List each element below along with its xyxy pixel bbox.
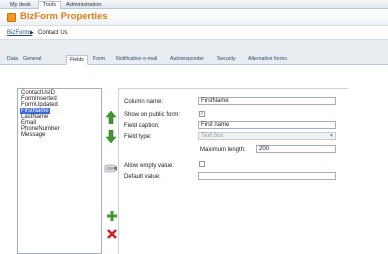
field-type-select[interactable]: Text box ▼ (198, 132, 336, 140)
column-name-label: Column name: (124, 99, 164, 105)
default-value-label: Default value: (124, 174, 161, 180)
top-navigation: My desk Tools Administration (0, 0, 388, 9)
tab-alternative-forms[interactable]: Alternative forms (245, 55, 290, 65)
nav-tab-administration[interactable]: Administration (61, 1, 106, 9)
show-on-public-form-label: Show on public form: (124, 112, 181, 118)
tab-form[interactable]: Form (90, 55, 108, 65)
bizform-icon (7, 13, 16, 22)
attach-icon[interactable] (104, 163, 117, 174)
page-title: BizForm Properties (20, 11, 108, 22)
field-type-label: Field type: (124, 134, 152, 140)
show-on-public-form-checkbox[interactable]: ✓ (199, 111, 205, 117)
allow-empty-value-label: Allow empty value: (124, 163, 175, 169)
breadcrumb-arrow-icon: ▶ (30, 30, 34, 36)
column-name-input[interactable]: FirstName (198, 97, 336, 105)
tab-general[interactable]: General (20, 55, 44, 65)
maximum-length-input[interactable]: 200 (256, 145, 336, 153)
move-down-icon[interactable] (106, 130, 116, 143)
nav-tab-my-desk[interactable]: My desk (5, 1, 36, 9)
field-caption-label: Field caption: (124, 123, 160, 129)
tab-fields[interactable]: Fields (66, 55, 88, 65)
move-up-icon[interactable] (106, 111, 116, 124)
tab-autoresponder[interactable]: Autoresponder (167, 55, 207, 65)
tab-bar: Data General Fields Form Notification e-… (0, 55, 388, 65)
tab-security[interactable]: Security (214, 55, 239, 65)
tab-notification-email[interactable]: Notification e-mail (113, 55, 160, 65)
field-type-value: Text box (201, 133, 224, 139)
default-value-input[interactable] (198, 172, 336, 180)
allow-empty-value-checkbox[interactable] (199, 161, 205, 167)
tab-data[interactable]: Data (4, 55, 21, 65)
add-icon[interactable] (107, 211, 117, 221)
nav-tab-tools[interactable]: Tools (38, 1, 62, 9)
breadcrumb-current: Contact Us (38, 30, 68, 36)
fields-listbox[interactable]: ContactUsID FormInserted FormUpdated Fir… (17, 88, 102, 254)
field-caption-input[interactable]: First name (198, 121, 336, 129)
breadcrumb-link-bizforms[interactable]: BizForms (7, 30, 32, 36)
delete-icon[interactable] (107, 229, 117, 239)
list-item[interactable]: Message (20, 132, 46, 138)
title-bar: BizForm Properties (0, 9, 388, 26)
maximum-length-label: Maximum length: (200, 147, 246, 153)
chevron-down-icon: ▼ (329, 133, 334, 139)
breadcrumb: BizForms ▶ Contact Us (0, 26, 388, 40)
